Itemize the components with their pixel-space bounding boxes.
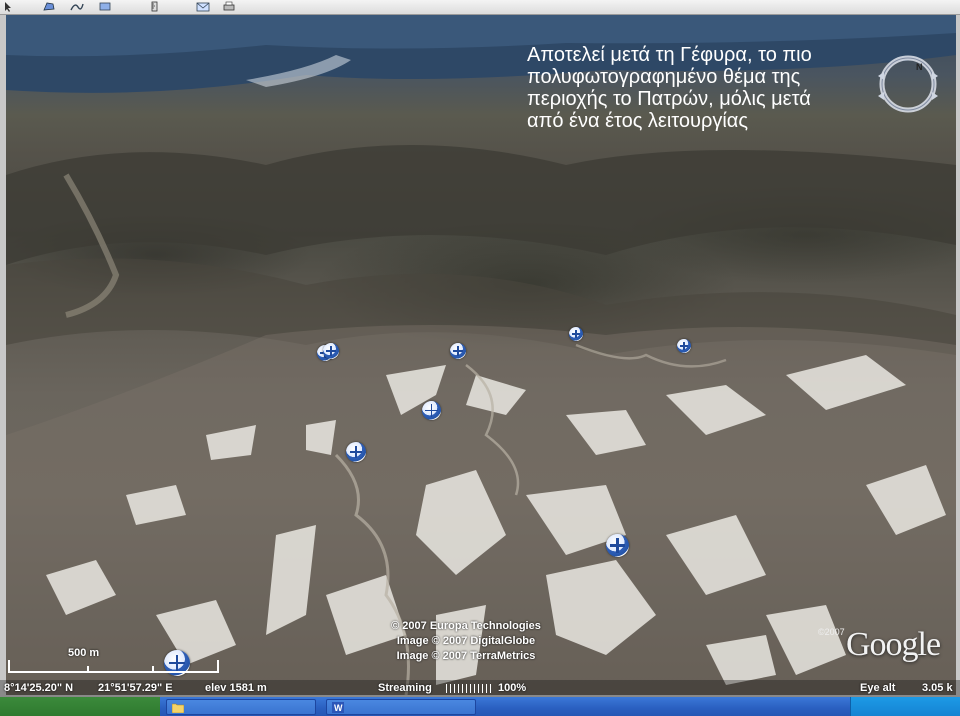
wind-turbine-6-marker[interactable] bbox=[422, 401, 441, 420]
scale-bar bbox=[8, 660, 219, 673]
svg-text:N: N bbox=[916, 62, 923, 72]
credit-line-2: Image © 2007 DigitalGlobe bbox=[396, 635, 536, 647]
svg-text:W: W bbox=[334, 703, 343, 713]
credit-line-3: Image © 2007 TerraMetrics bbox=[396, 650, 536, 662]
eye-alt-label: Eye alt bbox=[860, 682, 896, 694]
overlay-icon[interactable] bbox=[98, 1, 112, 12]
credit-line-1: © 2007 Europa Technologies bbox=[391, 620, 541, 632]
taskbar-item-word[interactable]: W bbox=[326, 699, 476, 715]
caption-line-2: πολυφωτογραφημένο θέμα της bbox=[527, 66, 801, 88]
longitude-readout: 21°51'57.29" E bbox=[98, 682, 173, 694]
eye-alt-value: 3.05 k bbox=[922, 682, 953, 694]
path-icon[interactable] bbox=[70, 1, 84, 12]
email-icon[interactable] bbox=[196, 1, 210, 12]
google-logo: Google bbox=[846, 626, 941, 663]
polygon-icon[interactable] bbox=[42, 1, 56, 12]
caption-line-1: Αποτελεί μετά τη Γέφυρα, το πιο bbox=[527, 44, 812, 66]
wind-turbine-7-marker[interactable] bbox=[346, 442, 366, 462]
system-tray bbox=[850, 697, 960, 716]
ruler-icon[interactable] bbox=[148, 1, 162, 12]
wind-turbine-3-marker[interactable] bbox=[450, 343, 466, 359]
toolbar bbox=[0, 0, 960, 15]
streaming-label: Streaming bbox=[378, 682, 432, 694]
streaming-progress bbox=[446, 684, 492, 693]
cursor-icon[interactable] bbox=[2, 1, 16, 12]
compass-icon[interactable]: N bbox=[876, 52, 940, 116]
wind-turbine-2-marker[interactable] bbox=[323, 343, 339, 359]
elevation-readout: elev 1581 m bbox=[205, 682, 267, 694]
taskbar-item-folder[interactable] bbox=[166, 699, 316, 715]
wind-turbine-8-marker[interactable] bbox=[606, 534, 629, 557]
wind-turbine-5-marker[interactable] bbox=[677, 339, 691, 353]
caption-line-3: περιοχής το Πατρών, μόλις μετά bbox=[527, 88, 811, 110]
imagery-credits: © 2007 Europa Technologies Image © 2007 … bbox=[376, 619, 556, 664]
print-icon[interactable] bbox=[222, 1, 236, 12]
caption-line-4: από ένα έτος λειτουργίας bbox=[527, 110, 748, 132]
caption-text: Αποτελεί μετά τη Γέφυρα, το πιο πολυφωτο… bbox=[527, 44, 887, 132]
streaming-percent: 100% bbox=[498, 682, 527, 694]
start-button[interactable] bbox=[0, 697, 160, 716]
copyright-small: ©2007 bbox=[818, 627, 845, 637]
latitude-readout: 8°14'25.20" N bbox=[4, 682, 74, 694]
word-icon: W bbox=[332, 702, 344, 713]
wind-turbine-4-marker[interactable] bbox=[569, 327, 583, 341]
folder-icon bbox=[171, 702, 185, 714]
